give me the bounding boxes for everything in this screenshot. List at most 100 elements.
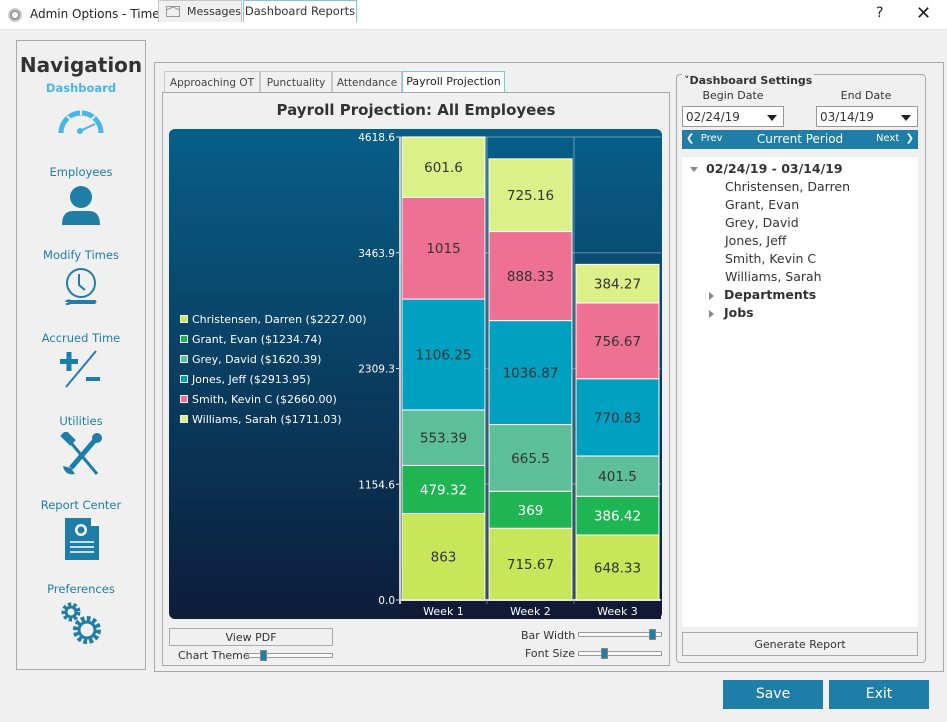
x-tick-label: Week 2 xyxy=(510,605,551,618)
end-date-select[interactable]: 03/14/19 xyxy=(816,106,918,127)
end-date-label: End Date xyxy=(840,89,892,102)
nav-item-label: Utilities xyxy=(59,414,103,428)
nav-item-dashboard[interactable]: Dashboard xyxy=(17,81,145,139)
begin-date-value: 02/24/19 xyxy=(686,110,740,124)
data-label: 888.33 xyxy=(507,269,554,285)
begin-date-select[interactable]: 02/24/19 xyxy=(682,106,784,127)
nav-item-employees[interactable]: Employees xyxy=(17,165,145,227)
tree-employee[interactable]: Smith, Kevin C xyxy=(725,251,816,266)
tree-jobs-node[interactable]: Jobs xyxy=(709,305,754,320)
legend-item: Jones, Jeff ($2913.95) xyxy=(180,369,367,389)
data-label: 648.33 xyxy=(594,561,641,577)
tab-attendance[interactable]: Attendance xyxy=(332,71,402,93)
legend-item: Grey, David ($1620.39) xyxy=(180,349,367,369)
tree-employee[interactable]: Grey, David xyxy=(725,215,799,230)
slider-thumb[interactable] xyxy=(260,650,267,661)
collapsed-triangle-icon xyxy=(709,291,714,300)
legend-item: Williams, Sarah ($1711.03) xyxy=(180,409,367,429)
bar-width-slider[interactable] xyxy=(578,629,662,640)
tab-messages[interactable]: Messages xyxy=(158,0,242,22)
close-button[interactable]: ✕ xyxy=(916,3,931,24)
tab-approaching-ot[interactable]: Approaching OT xyxy=(164,71,260,93)
nav-item-report-center[interactable]: Report Center xyxy=(17,498,145,562)
font-size-slider[interactable] xyxy=(578,648,662,659)
slider-thumb[interactable] xyxy=(601,648,608,659)
tab-label: Messages xyxy=(187,5,241,18)
tree-node-label: 02/24/19 - 03/14/19 xyxy=(706,161,843,176)
tree-employee[interactable]: Christensen, Darren xyxy=(725,179,850,194)
tab-dashboard-reports[interactable]: Dashboard Reports xyxy=(243,0,357,22)
collapsed-triangle-icon xyxy=(709,309,714,318)
next-period-button[interactable]: Next ❯ xyxy=(876,133,914,144)
nav-item-label: Preferences xyxy=(47,582,115,596)
prev-period-button[interactable]: ❮ Prev xyxy=(686,133,723,144)
begin-date-label: Begin Date xyxy=(702,89,764,102)
report-icon xyxy=(65,518,99,560)
dropdown-caret-icon xyxy=(767,115,777,121)
nav-item-label: Modify Times xyxy=(43,248,119,262)
clock-wrench-icon xyxy=(65,268,97,305)
data-label: 369 xyxy=(518,503,544,519)
exit-button[interactable]: Exit xyxy=(829,680,929,709)
tree-departments-node[interactable]: Departments xyxy=(709,287,816,302)
plus-minus-icon xyxy=(60,350,100,388)
data-label: 601.6 xyxy=(424,160,463,176)
nav-item-modify-times[interactable]: Modify Times xyxy=(17,248,145,310)
chart-theme-label: Chart Theme xyxy=(178,649,250,662)
help-button[interactable]: ? xyxy=(876,5,883,21)
next-label: Next xyxy=(875,133,900,144)
y-tick-label: 4618.6 xyxy=(358,132,395,144)
tree-employee[interactable]: Grant, Evan xyxy=(725,197,799,212)
slider-thumb[interactable] xyxy=(649,629,656,640)
save-button[interactable]: Save xyxy=(723,680,823,709)
tab-label: Dashboard Reports xyxy=(244,4,356,18)
title-bar: Admin Options - TimeClick ? ✕ xyxy=(0,0,947,30)
x-tick-label: Week 1 xyxy=(423,605,464,618)
legend-swatch xyxy=(180,415,188,423)
legend-item: Grant, Evan ($1234.74) xyxy=(180,329,367,349)
nav-item-label: Report Center xyxy=(40,498,122,512)
report-tree: 02/24/19 - 03/14/19 Christensen, Darren … xyxy=(682,157,918,627)
data-label: 1015 xyxy=(426,241,460,257)
chart-theme-slider[interactable] xyxy=(248,650,333,661)
y-tick-label: 0.0 xyxy=(378,595,395,607)
nav-item-label: Accrued Time xyxy=(41,331,121,345)
tree-node-label: Jobs xyxy=(724,305,754,320)
tab-label: Attendance xyxy=(336,77,398,89)
tree-node-label: Departments xyxy=(724,287,817,302)
dashboard-settings-header[interactable]: ˅Dashboard Settings xyxy=(682,74,815,87)
nav-item-utilities[interactable]: Utilities xyxy=(17,414,145,478)
legend-label: Grant, Evan ($1234.74) xyxy=(192,332,322,346)
nav-item-accrued-time[interactable]: Accrued Time xyxy=(17,331,145,389)
expanded-triangle-icon xyxy=(690,167,698,172)
data-label: 401.5 xyxy=(598,469,637,485)
data-label: 756.67 xyxy=(594,334,641,350)
legend-swatch xyxy=(180,375,188,383)
dropdown-caret-icon xyxy=(901,115,911,121)
legend-swatch xyxy=(180,395,188,403)
nav-item-label: Dashboard xyxy=(45,81,117,95)
legend-swatch xyxy=(180,335,188,343)
prev-label: Prev xyxy=(700,133,723,144)
view-pdf-button[interactable]: View PDF xyxy=(169,628,333,646)
tree-employee[interactable]: Williams, Sarah xyxy=(725,269,822,284)
end-date-value: 03/14/19 xyxy=(820,110,874,124)
data-label: 384.27 xyxy=(594,277,641,293)
tree-period-node[interactable]: 02/24/19 - 03/14/19 xyxy=(690,161,843,176)
data-label: 863 xyxy=(431,550,457,566)
chevron-left-icon: ❮ xyxy=(686,133,701,144)
navigation-panel: Navigation Dashboard Employees Modify Ti… xyxy=(16,40,146,670)
tree-employee[interactable]: Jones, Jeff xyxy=(725,233,786,248)
envelope-icon xyxy=(166,6,180,17)
tab-punctuality[interactable]: Punctuality xyxy=(260,71,332,93)
divider xyxy=(162,665,670,666)
tab-payroll-projection[interactable]: Payroll Projection xyxy=(402,71,505,93)
nav-item-preferences[interactable]: Preferences xyxy=(17,582,145,646)
legend-swatch xyxy=(180,355,188,363)
x-tick-label: Week 3 xyxy=(597,605,638,618)
data-label: 665.5 xyxy=(511,451,550,467)
legend-item: Smith, Kevin C ($2660.00) xyxy=(180,389,367,409)
data-label: 715.67 xyxy=(507,557,554,573)
generate-report-button[interactable]: Generate Report xyxy=(682,632,918,656)
chevron-right-icon: ❯ xyxy=(899,133,914,144)
